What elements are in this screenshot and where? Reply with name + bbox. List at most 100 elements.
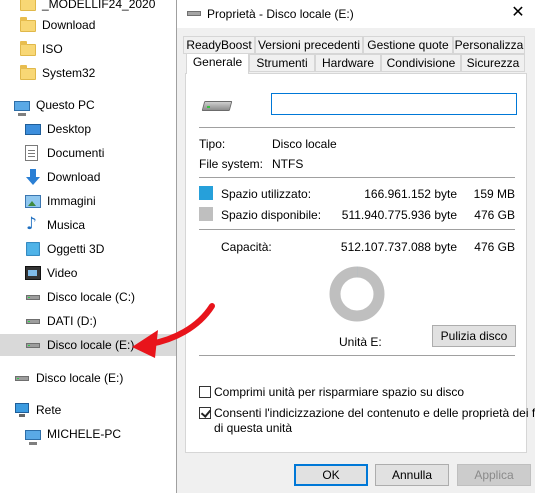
nav-item-modellif[interactable]: _MODELLIF24_2020: [20, 0, 196, 15]
apply-button[interactable]: Applica: [457, 464, 531, 486]
type-label: Tipo:: [199, 137, 226, 151]
video-film-icon: [25, 266, 41, 280]
nav-item-system32[interactable]: System32: [20, 62, 196, 84]
nav-item-desktop[interactable]: Desktop: [25, 118, 201, 140]
nav-item-label: _MODELLIF24_2020: [42, 0, 156, 11]
divider: [199, 127, 515, 128]
allow-indexing-label: Consenti l'indicizzazione del contenuto …: [214, 406, 535, 420]
nav-item-documenti[interactable]: Documenti: [25, 142, 201, 164]
allow-indexing-checkbox[interactable]: [199, 407, 211, 419]
free-space-swatch: [199, 207, 213, 221]
free-space-size: 476 GB: [474, 208, 515, 222]
drive-icon: [25, 313, 41, 329]
nav-item-rete[interactable]: Rete: [14, 399, 190, 421]
capacity-label: Capacità:: [221, 240, 272, 254]
compress-drive-label: Comprimi unità per risparmiare spazio su…: [214, 385, 465, 399]
navigation-pane: _MODELLIF24_2020 Download ISO System32 Q…: [0, 0, 178, 493]
nav-item-label: DATI (D:): [47, 314, 97, 328]
allow-indexing-label-line2: di questa unità: [214, 421, 293, 435]
used-space-label: Spazio utilizzato:: [221, 187, 312, 201]
nav-item-label: ISO: [42, 42, 63, 56]
nav-item-label: Disco locale (E:): [36, 371, 124, 385]
computer-icon: [25, 429, 41, 445]
divider: [199, 229, 515, 230]
red-annotation-arrow: [132, 303, 215, 358]
nav-item-immagini[interactable]: Immagini: [25, 190, 201, 212]
close-button[interactable]: ✕: [501, 0, 535, 28]
cancel-button[interactable]: Annulla: [375, 464, 449, 486]
arrow-head: [132, 330, 158, 358]
document-icon: [25, 145, 38, 161]
nav-item-label: Disco locale (C:): [47, 290, 136, 304]
tab-readyboost[interactable]: ReadyBoost: [183, 36, 255, 54]
disk-cleanup-button[interactable]: Pulizia disco: [432, 325, 516, 347]
nav-item-iso[interactable]: ISO: [20, 38, 196, 60]
drive-icon: [187, 9, 201, 17]
nav-item-label: Desktop: [47, 122, 92, 136]
network-icon: [14, 402, 30, 418]
file-system-value: NTFS: [272, 157, 304, 171]
desktop-icon: [25, 123, 41, 135]
nav-item-download[interactable]: Download: [25, 166, 201, 188]
tab-gestione-quote[interactable]: Gestione quote: [363, 36, 453, 54]
nav-item-label: Disco locale (E:): [47, 338, 135, 352]
drive-icon: [14, 370, 30, 386]
nav-item-drive-e[interactable]: Disco locale (E:): [14, 367, 190, 389]
nav-item-label: Download: [47, 170, 101, 184]
drive-icon: [25, 289, 41, 305]
capacity-bytes: 512.107.737.088 byte: [340, 240, 457, 254]
nav-item-label: Video: [47, 266, 78, 280]
divider: [199, 177, 515, 178]
nav-item-label: Oggetti 3D: [47, 242, 105, 256]
nav-item-label: Questo PC: [36, 98, 95, 112]
nav-item-musica[interactable]: Musica: [25, 214, 201, 236]
nav-item-video[interactable]: Video: [25, 262, 201, 284]
arrow-shaft: [147, 303, 215, 347]
tab-personalizza[interactable]: Personalizza: [453, 36, 525, 54]
title-bar[interactable]: Proprietà - Disco locale (E:) ✕: [177, 0, 535, 28]
nav-item-label: System32: [42, 66, 96, 80]
compress-drive-checkbox[interactable]: [199, 386, 211, 398]
pictures-icon: [25, 194, 41, 208]
tab-versioni-precedenti[interactable]: Versioni precedenti: [255, 36, 363, 54]
capacity-size: 476 GB: [474, 240, 515, 254]
file-system-label: File system:: [199, 157, 264, 171]
tab-strumenti[interactable]: Strumenti: [249, 54, 315, 72]
nav-item-questo-pc[interactable]: Questo PC: [14, 94, 190, 116]
volume-name-input[interactable]: [271, 93, 517, 115]
tab-hardware[interactable]: Hardware: [315, 54, 381, 72]
used-space-bytes: 166.961.152 byte: [364, 187, 457, 201]
tab-condivisione[interactable]: Condivisione: [381, 54, 461, 72]
tab-generale[interactable]: Generale: [186, 53, 249, 74]
nav-item-oggetti-3d[interactable]: Oggetti 3D: [25, 238, 201, 260]
drive-icon: [203, 98, 231, 112]
divider: [199, 355, 515, 356]
used-space-size: 159 MB: [473, 187, 515, 201]
nav-item-label: Documenti: [47, 146, 105, 160]
cube-3d-icon: [26, 242, 40, 256]
music-note-icon: [25, 214, 41, 234]
drive-letter-label: Unità E:: [339, 335, 382, 349]
properties-dialog: Proprietà - Disco locale (E:) ✕ ReadyBoo…: [176, 0, 535, 493]
nav-item-label: Download: [42, 18, 96, 32]
nav-item-label: Musica: [47, 218, 86, 232]
nav-item-download-folder[interactable]: Download: [20, 14, 196, 36]
computer-icon: [14, 100, 30, 116]
download-arrow-icon: [25, 169, 41, 185]
type-value: Disco locale: [272, 137, 337, 151]
folder-icon: [20, 0, 36, 11]
folder-icon: [20, 17, 36, 32]
drive-icon: [25, 337, 41, 353]
nav-item-michele-pc[interactable]: MICHELE-PC: [25, 423, 201, 445]
folder-icon: [20, 41, 36, 56]
disk-usage-chart: [329, 266, 385, 322]
tab-sicurezza[interactable]: Sicurezza: [461, 54, 525, 72]
free-space-bytes: 511.940.775.936 byte: [341, 208, 457, 222]
folder-icon: [20, 65, 36, 80]
free-space-label: Spazio disponibile:: [221, 208, 322, 222]
nav-item-label: Rete: [36, 403, 62, 417]
free-space-ring: [329, 266, 385, 322]
nav-item-label: MICHELE-PC: [47, 427, 122, 441]
nav-item-label: Immagini: [47, 194, 96, 208]
ok-button[interactable]: OK: [294, 464, 368, 486]
